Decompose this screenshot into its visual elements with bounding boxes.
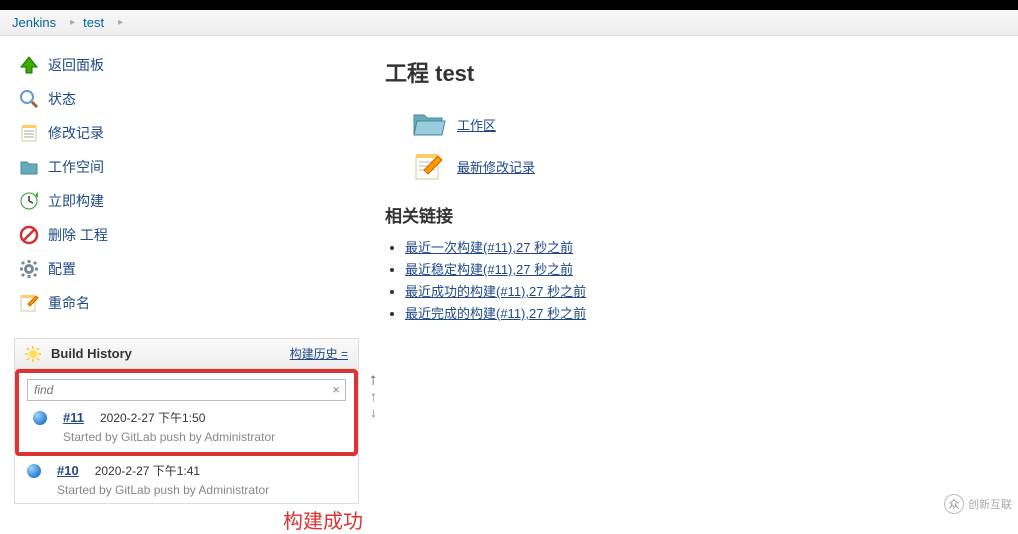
status-ball-icon [33,411,47,425]
sidebar-item-label: 删除 工程 [48,225,108,245]
build-number-link[interactable]: #10 [57,463,79,478]
build-started-by: Started by GitLab push by Administrator [57,483,348,497]
clear-icon[interactable]: × [332,382,340,397]
sidebar-item-changes[interactable]: 修改记录 [14,116,359,150]
notepad-edit-icon [411,148,447,184]
sidebar-item-build-now[interactable]: 立即构建 [14,184,359,218]
rename-icon [18,292,40,314]
breadcrumb-project[interactable]: test [83,15,104,30]
workspace-block: 工作区 [411,106,998,142]
scroll-top-icon[interactable]: ⭡ [370,372,377,388]
watermark-logo-icon: 众 [944,494,964,514]
find-input[interactable] [27,379,346,401]
folder-icon [18,156,40,178]
build-row[interactable]: #11 2020-2-27 下午1:50 Started by GitLab p… [21,403,352,450]
sun-icon [25,346,41,362]
sidebar-item-configure[interactable]: 配置 [14,252,359,286]
annotation-success: 构建成功 [283,505,363,534]
related-link[interactable]: 最近完成的构建(#11),27 秒之前 [405,306,586,321]
sidebar-item-workspace[interactable]: 工作空间 [14,150,359,184]
sidebar-item-label: 返回面板 [48,55,104,75]
breadcrumb: Jenkins ▸ test ▸ [0,10,1018,36]
sidebar-item-label: 配置 [48,259,76,279]
build-timestamp: 2020-2-27 下午1:50 [100,409,205,426]
build-row[interactable]: #10 2020-2-27 下午1:41 Started by GitLab p… [15,456,358,503]
delete-icon [18,224,40,246]
page-title: 工程 test [385,56,998,88]
related-link[interactable]: 最近稳定构建(#11),27 秒之前 [405,262,573,277]
clock-icon [18,190,40,212]
build-history-panel: Build History 构建历史 = × #11 2020-2-27 下午1… [14,338,359,504]
build-timestamp: 2020-2-27 下午1:41 [95,462,200,479]
sidebar-item-label: 状态 [48,89,76,109]
build-number-link[interactable]: #11 [63,410,84,425]
related-links-list: 最近一次构建(#11),27 秒之前 最近稳定构建(#11),27 秒之前 最近… [405,237,998,322]
breadcrumb-jenkins[interactable]: Jenkins [12,15,56,30]
watermark: 众 创新互联 [944,494,1012,514]
sidebar-item-label: 重命名 [48,293,90,313]
related-link[interactable]: 最近成功的构建(#11),27 秒之前 [405,284,586,299]
gear-icon [18,258,40,280]
sidebar-item-rename[interactable]: 重命名 [14,286,359,320]
build-history-scroll-arrows: ⭡ ↑ ↓ [370,372,377,420]
notepad-icon [18,122,40,144]
changes-block: 最新修改记录 [411,148,998,184]
sidebar-item-status[interactable]: 状态 [14,82,359,116]
build-history-find: × [27,379,346,401]
up-arrow-icon [18,54,40,76]
sidebar-item-label: 修改记录 [48,123,104,143]
build-started-by: Started by GitLab push by Administrator [63,430,342,444]
magnifier-icon [18,88,40,110]
folder-open-icon [411,106,447,142]
sidebar-item-label: 立即构建 [48,191,104,211]
build-history-title: Build History [25,346,132,362]
related-link[interactable]: 最近一次构建(#11),27 秒之前 [405,240,573,255]
sidebar-item-delete[interactable]: 删除 工程 [14,218,359,252]
scroll-down-icon[interactable]: ↓ [370,404,377,420]
workspace-link[interactable]: 工作区 [457,115,496,134]
build-history-trend-link[interactable]: 构建历史 = [290,345,348,362]
chevron-right-icon: ▸ [118,17,123,28]
related-links-heading: 相关链接 [385,202,998,227]
sidebar-item-label: 工作空间 [48,157,104,177]
changes-link[interactable]: 最新修改记录 [457,157,535,176]
highlight-box: × #11 2020-2-27 下午1:50 Started by GitLab… [15,369,358,456]
sidebar-item-back[interactable]: 返回面板 [14,48,359,82]
chevron-right-icon: ▸ [70,17,75,28]
status-ball-icon [27,464,41,478]
scroll-up-icon[interactable]: ↑ [370,388,377,404]
